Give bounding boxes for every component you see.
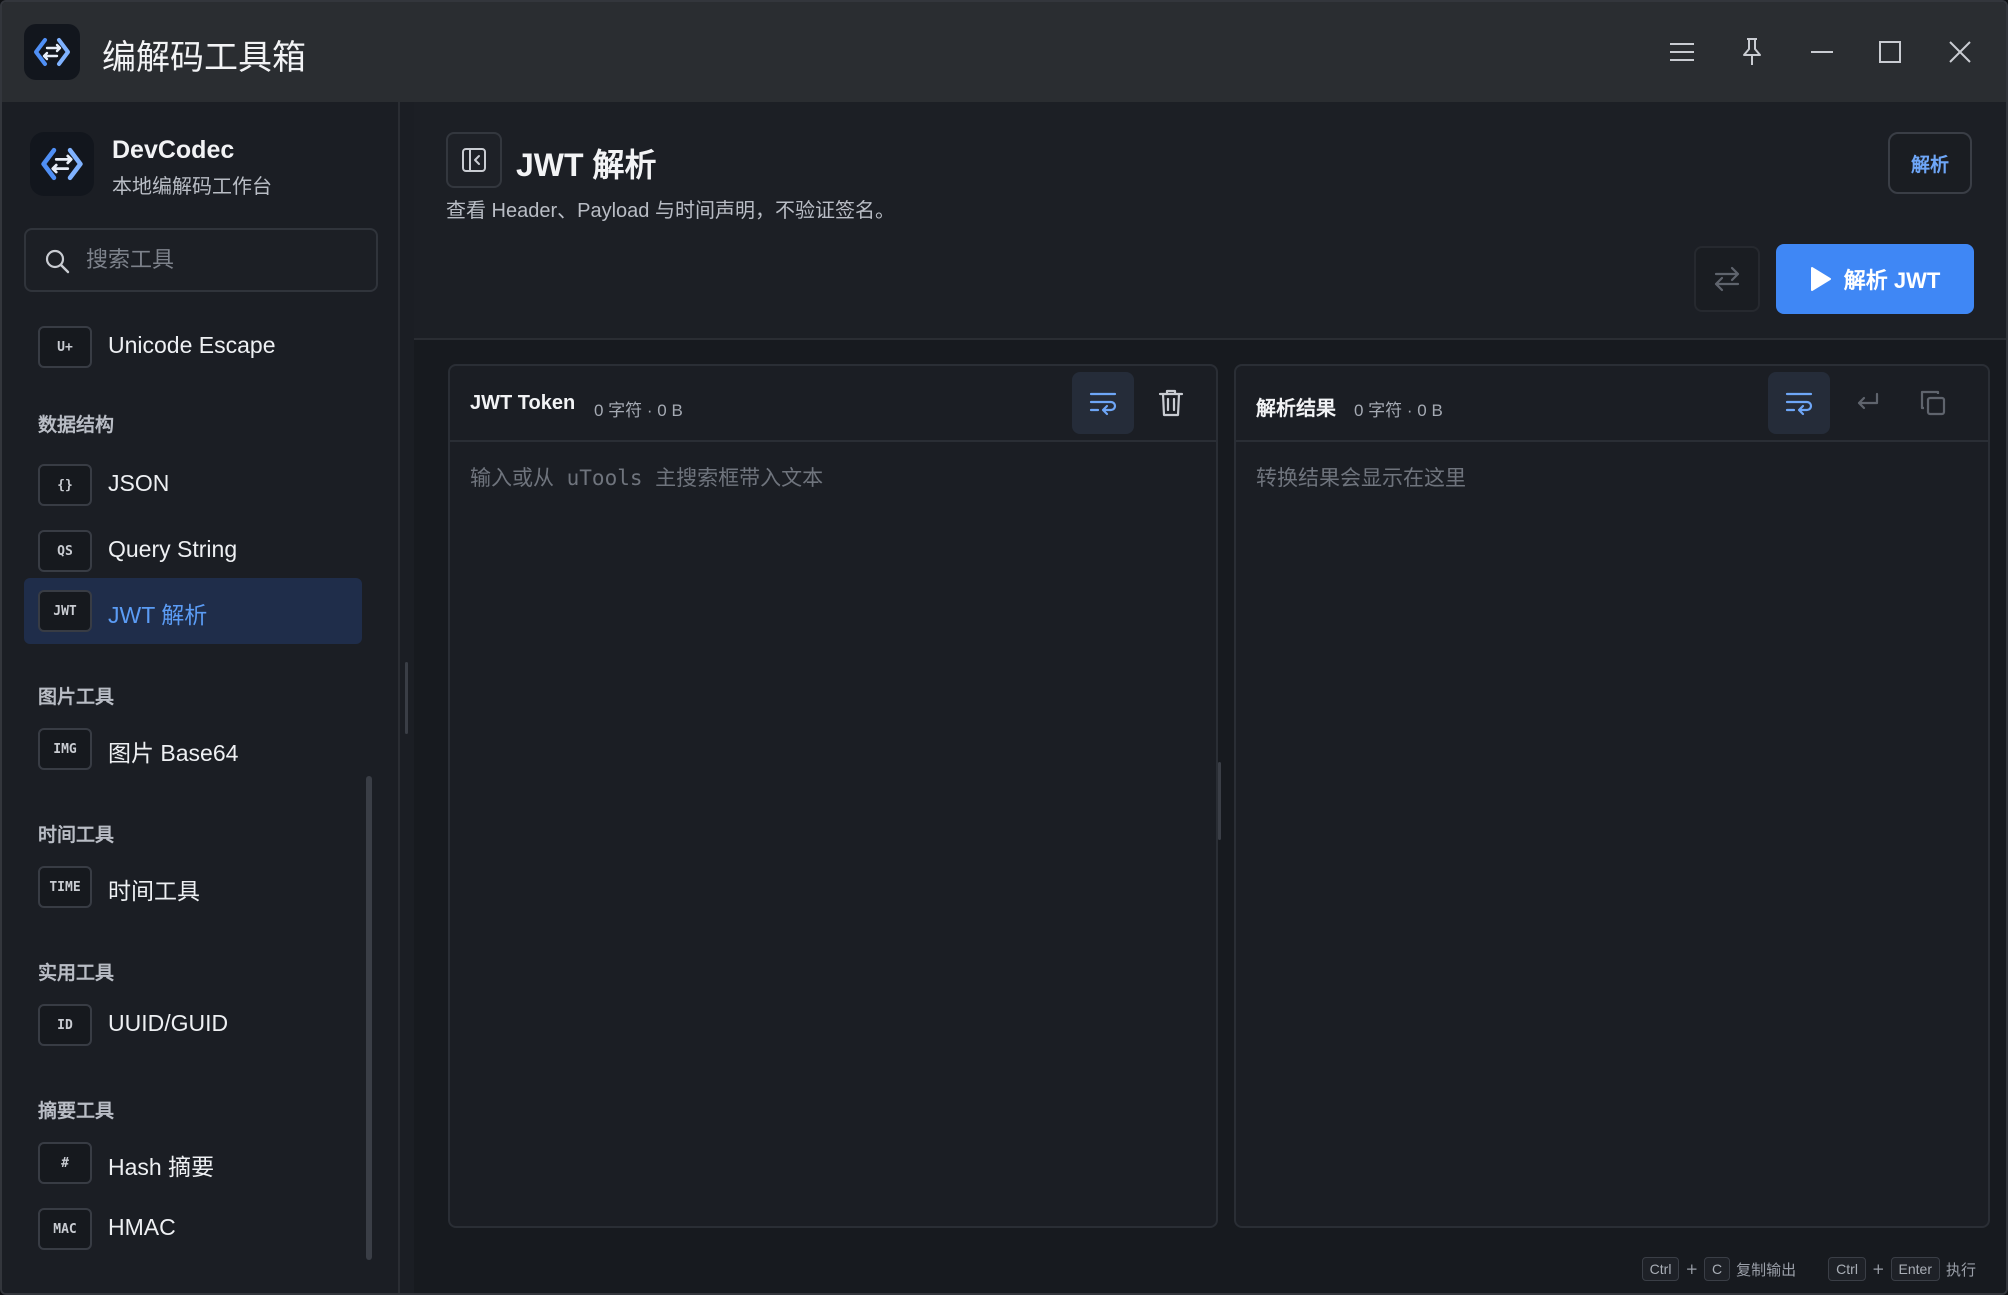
nav-badge: TIME [38,866,92,908]
section-heading: 实用工具 [38,962,115,984]
parse-jwt-label: 解析 JWT [1843,268,1941,293]
main-content: JWT 解析 查看 Header、Payload 与时间声明，不验证签名。 解析… [414,102,2006,1293]
input-panel-header: JWT Token 0 字符 · 0 B [450,366,1216,442]
section-heading: 数据结构 [38,414,115,436]
nav-badge: IMG [38,728,92,770]
nav-badge: U+ [38,326,92,368]
brand-logo-icon [30,132,94,196]
wrap-toggle-button[interactable] [1072,372,1134,434]
sidebar-item-query-string[interactable]: QS Query String [24,518,362,584]
section-heading: 图片工具 [38,686,115,708]
menu-icon[interactable] [1662,32,1702,72]
pin-icon[interactable] [1732,32,1772,72]
sidebar-item-hmac[interactable]: MAC HMAC [24,1196,362,1262]
search-box[interactable] [24,228,378,292]
output-char-count: 0 字符 · 0 B [1354,401,1443,420]
shortcut-key: Ctrl [1828,1257,1866,1281]
sidebar: DevCodec 本地编解码工作台 U+ Unicode Escape 数据结构… [2,102,400,1293]
sidebar-item-label: UUID/GUID [108,1010,229,1036]
swap-button[interactable] [1694,246,1760,312]
app-logo-icon [24,24,80,80]
output-panel: 解析结果 0 字符 · 0 B [1234,364,1990,1228]
app-window: 编解码工具箱 DevCodec 本地编解码工作台 U+ Unicode [0,0,2008,1295]
sidebar-item-json[interactable]: {} JSON [24,452,362,518]
sidebar-item-label: 时间工具 [108,878,200,904]
shortcut-action: 执行 [1945,1260,1976,1279]
plus-glyph: + [1871,1260,1885,1278]
nav-badge: QS [38,530,92,572]
output-panel-title: 解析结果 [1256,398,1336,420]
shortcut-action: 复制输出 [1736,1260,1797,1279]
app-title: 编解码工具箱 [102,38,306,78]
nav-badge: MAC [38,1208,92,1250]
page-header: JWT 解析 查看 Header、Payload 与时间声明，不验证签名。 解析… [414,102,2006,340]
brand-name: DevCodec [112,136,235,164]
output-wrap-toggle-button[interactable] [1768,372,1830,434]
input-panel: JWT Token 0 字符 · 0 B [448,364,1218,1228]
sidebar-resize-handle[interactable] [405,662,408,734]
close-icon[interactable] [1940,32,1980,72]
nav-badge: {} [38,464,92,506]
input-panel-title: JWT Token [470,392,576,414]
section-heading: 时间工具 [38,824,115,846]
parse-result-output[interactable] [1256,462,1968,1206]
sidebar-item-uuid[interactable]: ID UUID/GUID [24,992,362,1058]
shortcut-key: C [1704,1257,1731,1281]
shortcut-hints: Ctrl + C 复制输出 Ctrl + Enter 执行 [1641,1257,1976,1281]
sidebar-item-image-base64[interactable]: IMG 图片 Base64 [24,716,362,782]
jwt-token-input[interactable] [470,462,1196,1206]
swap-icon [1714,266,1740,292]
sidebar-collapse-button[interactable] [446,132,502,188]
minimize-icon[interactable] [1802,32,1842,72]
brand-subtitle: 本地编解码工作台 [112,174,272,198]
insert-output-button[interactable] [1836,372,1898,434]
copy-output-button[interactable] [1902,372,1964,434]
clear-input-button[interactable] [1140,372,1202,434]
wrap-icon [1785,392,1813,416]
nav-badge: ID [38,1004,92,1046]
title-bar: 编解码工具箱 [2,2,2006,102]
section-heading: 摘要工具 [38,1100,115,1122]
play-icon [1810,267,1831,291]
sidebar-item-time-tools[interactable]: TIME 时间工具 [24,854,362,920]
trash-icon [1158,389,1184,417]
wrap-icon [1089,392,1117,416]
nav-badge: # [38,1142,92,1184]
sidebar-item-label: JSON [108,470,170,496]
page-description: 查看 Header、Payload 与时间声明，不验证签名。 [446,200,895,222]
search-input[interactable] [86,230,366,290]
sidebar-item-label: Query String [108,536,238,562]
panel-resize-handle[interactable] [1218,762,1221,840]
output-panel-header: 解析结果 0 字符 · 0 B [1236,366,1988,442]
sidebar-scrollbar[interactable] [366,776,372,1260]
sidebar-item-unicode-escape[interactable]: U+ Unicode Escape [24,314,362,380]
input-char-count: 0 字符 · 0 B [594,401,683,420]
sidebar-item-label: Unicode Escape [108,332,276,358]
enter-icon [1857,392,1879,410]
parse-jwt-button[interactable]: 解析 JWT [1776,244,1974,314]
plus-glyph: + [1685,1260,1699,1278]
sidebar-item-label: HMAC [108,1214,176,1240]
sidebar-item-label: Hash 摘要 [108,1154,215,1180]
page-title: JWT 解析 [516,147,657,183]
nav-badge: JWT [38,590,92,632]
shortcut-key: Ctrl [1641,1257,1680,1281]
sidebar-collapse-icon [462,148,486,172]
search-icon [45,249,70,274]
maximize-icon[interactable] [1870,32,1910,72]
copy-icon [1920,390,1946,416]
sidebar-item-jwt[interactable]: JWT JWT 解析 [24,578,362,644]
sidebar-item-label: JWT 解析 [108,602,208,628]
shortcut-key: Enter [1890,1257,1940,1281]
sidebar-item-label: 图片 Base64 [108,740,239,766]
sidebar-item-hash[interactable]: # Hash 摘要 [24,1130,362,1196]
parse-tag-button[interactable]: 解析 [1888,132,1972,194]
